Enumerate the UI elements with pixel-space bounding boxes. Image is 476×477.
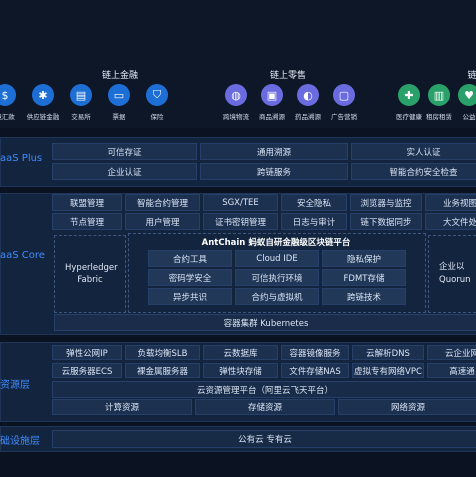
industry-item-label: 保险 (150, 113, 164, 121)
pill-icon: ◐ (297, 84, 319, 106)
shield-icon: ⛉ (146, 84, 168, 106)
industry-item-label: 跨境物流 (223, 113, 249, 121)
antchain-cell: 合约工具 (148, 250, 232, 267)
antchain-cell: 密码学安全 (148, 269, 232, 286)
service-cell: 网络资源 (338, 399, 476, 415)
service-cell: 云服务器ECS (52, 363, 122, 378)
kubernetes-bar: 容器集群 Kubernetes (54, 314, 476, 331)
service-cell: 节点管理 (52, 213, 122, 230)
service-cell: 大文件处 (425, 213, 476, 230)
service-cell: 容器镜像服务 (281, 345, 349, 360)
third-group-title: 链 (467, 71, 476, 81)
service-cell: 可信存证 (52, 143, 197, 160)
service-cell: 云企业网 (427, 345, 476, 360)
chart-icon: ▤ (70, 84, 92, 106)
service-cell: 智能合约管理 (125, 194, 200, 211)
baas-plus-label: aaS Plus (0, 153, 43, 164)
service-cell: 智能合约安全检查 (351, 163, 476, 180)
service-cell: 实人认证 (351, 143, 476, 160)
baas-plus-row-2: 企业认证 跨链服务 智能合约安全检查 (52, 163, 476, 180)
finance-group-title: 链上金融 (101, 71, 138, 81)
service-cell: 高速通 (427, 363, 476, 378)
quorum-box: 企业以 Quorun (428, 235, 476, 313)
box-icon: ▣ (261, 84, 283, 106)
service-cell: 安全隐私 (281, 194, 347, 211)
infra-value: 公有云 专有云 (52, 430, 476, 448)
quorum-label: 企业以 Quorun (439, 262, 471, 285)
remittance-icon: $ (0, 84, 16, 106)
service-cell: 弹性块存储 (203, 363, 278, 378)
bill-icon: ▭ (108, 84, 130, 106)
antchain-title: AntChain 蚂蚁自研金融级区块链平台 (201, 238, 351, 248)
service-cell: 用户管理 (125, 213, 200, 230)
service-cell: 虚拟专有网络VPC (352, 363, 424, 378)
antchain-cell: 合约与虚拟机 (235, 288, 319, 305)
antchain-cell: 异步共识 (148, 288, 232, 305)
service-cell: 业务视图 (425, 194, 476, 211)
antchain-grid: 合约工具 Cloud IDE 隐私保护密码学安全 可信执行环境 FDMT存储异步共识 合约… (148, 250, 406, 306)
antchain-cell: 隐私保护 (322, 250, 406, 267)
industry-item-label: 交易所 (71, 113, 91, 121)
industry-item-label: 境汇款 (0, 113, 15, 121)
service-cell: SGX/TEE (203, 194, 278, 211)
hyperledger-box: Hyperledger Fabric (54, 235, 126, 313)
industry-item-label: 票据 (112, 113, 126, 121)
cloud-mgmt-platform: 云资源管理平台（阿里云飞天平台） (52, 381, 476, 398)
baas-core-label: aaS Core (0, 250, 45, 261)
industry-item-label: 商品溯源 (259, 113, 285, 121)
industry-item-label: 广告营销 (331, 113, 357, 121)
resource-layer-label: 资源层 (0, 380, 30, 391)
service-cell: 浏览器与监控 (350, 194, 422, 211)
medical-icon: ✚ (398, 84, 420, 106)
resource-row-4: 计算资源 存储资源 网络资源 (52, 399, 476, 415)
service-cell: 存储资源 (195, 399, 335, 415)
service-cell: 计算资源 (52, 399, 192, 415)
service-cell: 链下数据同步 (350, 213, 422, 230)
antchain-cell: Cloud IDE (235, 250, 319, 267)
service-cell: 联盟管理 (52, 194, 122, 211)
industry-item-label: 药品溯源 (295, 113, 321, 121)
service-cell: 负载均衡SLB (125, 345, 200, 360)
service-cell: 裸金属服务器 (125, 363, 200, 378)
service-cell: 企业认证 (52, 163, 197, 180)
industry-item-label: 供应链金融 (26, 113, 60, 121)
globe-icon: ◍ (225, 84, 247, 106)
service-cell: 通用溯源 (200, 143, 348, 160)
antchain-cell: FDMT存储 (322, 269, 406, 286)
charity-icon: ♥ (458, 84, 476, 106)
building-icon: ▥ (428, 84, 450, 106)
antchain-cell: 可信执行环境 (235, 269, 319, 286)
infra-layer-label: 础设施层 (0, 436, 40, 447)
service-cell: 弹性公网IP (52, 345, 122, 360)
ad-icon: ▢ (333, 84, 355, 106)
baas-plus-row-1: 可信存证 通用溯源 实人认证 (52, 143, 476, 160)
resource-row-2: 云服务器ECS 裸金属服务器 弹性块存储 文件存储NAS 虚拟专有网络VPC 高速通 (52, 363, 476, 378)
service-cell: 跨链服务 (200, 163, 348, 180)
service-cell: 云数据库 (203, 345, 278, 360)
antchain-cell: 跨链技术 (322, 288, 406, 305)
resource-row-1: 弹性公网IP 负载均衡SLB 云数据库 容器镜像服务 云解析DNS 云企业网 (52, 345, 476, 360)
hyperledger-label: Hyperledger Fabric (65, 263, 118, 285)
service-cell: 日志与审计 (281, 213, 347, 230)
service-cell: 云解析DNS (352, 345, 424, 360)
retail-group-title: 链上零售 (269, 71, 306, 81)
baas-core-row-1: 联盟管理 智能合约管理 SGX/TEE 安全隐私 浏览器与监控 业务视图 (52, 194, 476, 211)
baas-core-row-2: 节点管理 用户管理 证书密钥管理 日志与审计 链下数据同步 大文件处 (52, 213, 476, 230)
service-cell: 证书密钥管理 (203, 213, 278, 230)
industry-item-label: 公益 (462, 113, 476, 121)
industry-icons-row: $ 境汇款 ✱ 供应链金融 ▤ 交易所 ▭ 票据 ⛉ 保险 ◍ 跨境物流 ▣ 商品溯源 ◐ 药品溯源 ▢ 广告营销… (0, 84, 476, 128)
network-icon: ✱ (32, 84, 54, 106)
service-cell: 文件存储NAS (281, 363, 349, 378)
